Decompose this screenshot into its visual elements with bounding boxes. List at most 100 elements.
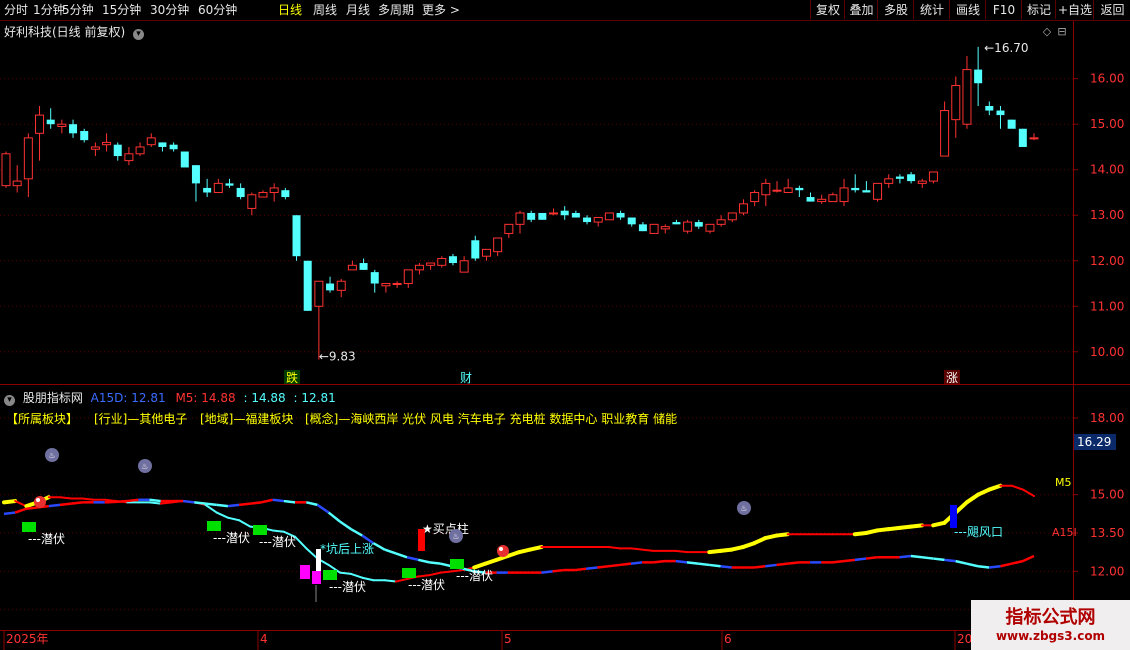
candle-down [638, 224, 647, 232]
qianfu-label-3: ---潜伏 [329, 580, 366, 594]
candle-down [985, 106, 994, 111]
event-marker-2: 涨 [946, 370, 958, 385]
indicator-dropdown-icon[interactable]: ▾ [4, 395, 15, 406]
ball-icon-1 [497, 545, 509, 557]
a15-segment [26, 506, 38, 510]
candle-down [538, 212, 547, 220]
candle-up [1, 153, 11, 187]
plate-region[interactable]: [地域]—福建板块 [200, 410, 293, 427]
candle-up [660, 226, 670, 230]
a15-segment [316, 503, 330, 514]
candle-up [35, 114, 45, 134]
a15-segment [552, 568, 564, 573]
a15-segment [921, 556, 934, 560]
candle-up [604, 212, 614, 221]
ind-axis-label-2: 13.50 [1090, 526, 1124, 540]
a15-segment [350, 528, 363, 537]
a15-segment [709, 563, 721, 568]
a15-segment [59, 502, 72, 507]
a15-segment [182, 499, 195, 504]
candle-up [504, 223, 514, 234]
m5-segment [338, 571, 353, 575]
time-label-3: 6 [724, 632, 732, 646]
price-axis-label-5: 11.00 [1090, 299, 1124, 313]
candle-up [146, 137, 156, 146]
a15-segment [574, 567, 587, 572]
m5-segment [226, 516, 241, 522]
qianfu-block-1 [207, 521, 221, 531]
time-label-1: 4 [260, 632, 268, 646]
a15-right-label: A15I [1052, 526, 1077, 539]
indicator-name: 股朋指标网 [22, 391, 83, 405]
candle-up [683, 221, 693, 232]
candle-down [169, 144, 178, 150]
a15-segment [977, 564, 990, 569]
candle-down [281, 190, 290, 198]
ind-axis-label-0: 18.00 [1090, 411, 1124, 425]
ind-axis-label-1: 15.00 [1090, 488, 1124, 502]
candle-down [895, 176, 904, 179]
a15-segment [1011, 559, 1024, 565]
candle-up [716, 219, 726, 225]
m5-segment [215, 511, 229, 519]
price-axis-label-6: 10.00 [1090, 345, 1124, 359]
candle-down [527, 212, 536, 220]
m5-segment [271, 529, 285, 533]
m5-right-label: M5 [1055, 476, 1072, 489]
candle-down [225, 183, 234, 186]
candle-up [90, 146, 100, 150]
candle-up [269, 187, 279, 193]
candle-up [381, 283, 391, 287]
m5-segment [528, 545, 544, 552]
candle-down [236, 187, 245, 198]
a15-segment [675, 559, 688, 564]
price-axis-label-4: 12.00 [1090, 254, 1124, 268]
candle-down [616, 212, 625, 218]
m5-segment [294, 535, 308, 550]
a15-segment [71, 501, 83, 505]
candle-up [884, 178, 894, 184]
a15-segment [227, 503, 240, 508]
candle-up [12, 180, 22, 187]
a15-segment [272, 498, 285, 503]
m5-segment [987, 483, 1003, 492]
a15-segment [327, 511, 341, 523]
candle-up [23, 137, 33, 180]
watermark-url: www.zbgs3.com [995, 629, 1106, 643]
m5-segment [428, 571, 442, 577]
pink-bar-2 [312, 571, 321, 584]
m5-segment [674, 549, 688, 554]
candle-up [940, 110, 950, 157]
cup-icon-glyph-1: ♨ [141, 462, 148, 471]
plate-industry[interactable]: [行业]—其他电子 [94, 410, 187, 427]
candle-up [314, 280, 324, 307]
qianfu-label-0: ---潜伏 [28, 532, 65, 546]
candle-up [493, 237, 503, 253]
chart-canvas: 16.00 15.00 14.00 13.00 12.00 11.00 10.00 ←16.7… [0, 21, 1130, 650]
jufengkou-label: ---飓风口 [954, 525, 1003, 539]
candle-up [772, 189, 782, 192]
a15-segment [933, 557, 945, 562]
m5-segment [953, 500, 969, 515]
a15-segment [250, 501, 262, 505]
candle-down [158, 142, 167, 147]
high-price-label: ←16.70 [984, 41, 1028, 55]
m5-segment [417, 574, 431, 578]
price-axis-label-1: 15.00 [1090, 117, 1124, 131]
a15-segment [686, 561, 699, 565]
ball-icon-shine-1 [499, 547, 503, 551]
a15-segment [104, 500, 117, 504]
dropdown-circle-icon[interactable]: ▾ [133, 29, 145, 40]
candle-up [593, 217, 603, 223]
a15-segment [395, 552, 408, 559]
candle-up [247, 194, 257, 209]
plate-concept[interactable]: [概念]—海峡西岸 光伏 风电 汽车电子 充电桩 数据中心 职业教育 储能 [305, 410, 677, 427]
candle-down [694, 222, 703, 227]
a15-segment [261, 498, 273, 504]
pink-bar-1 [300, 565, 310, 579]
m5-segment [1010, 484, 1024, 491]
low-price-label: ←9.83 [319, 350, 356, 364]
ball-icon-shine-0 [36, 498, 40, 502]
candle-down [974, 69, 983, 84]
qianfu-label-2: ---潜伏 [259, 535, 296, 549]
